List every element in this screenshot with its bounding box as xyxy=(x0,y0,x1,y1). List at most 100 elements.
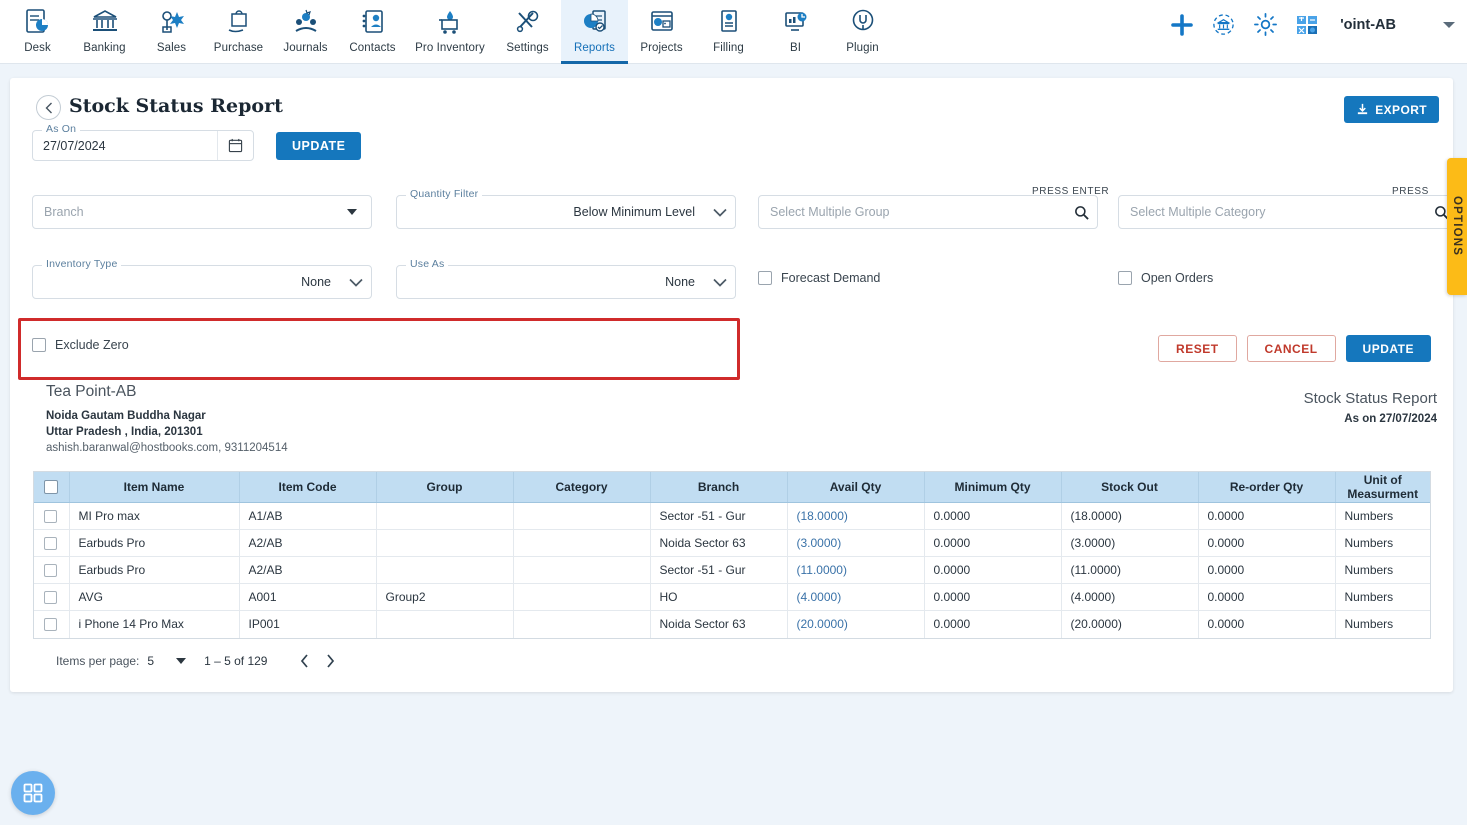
row-checkbox[interactable] xyxy=(44,591,58,605)
items-per-page-value[interactable]: 5 xyxy=(147,654,154,668)
cell-item-name: i Phone 14 Pro Max xyxy=(69,610,240,638)
search-icon[interactable] xyxy=(1065,205,1097,220)
column-minimum-qty[interactable]: Minimum Qty xyxy=(924,472,1062,503)
back-button[interactable] xyxy=(36,95,61,120)
checkbox-box[interactable] xyxy=(32,338,46,352)
group-search-field[interactable]: Select Multiple Group xyxy=(758,195,1098,229)
cell-avail-qty[interactable]: (4.0000) xyxy=(787,583,925,611)
column-group[interactable]: Group xyxy=(376,472,514,503)
cell-avail-qty[interactable]: (18.0000) xyxy=(787,502,925,530)
branch-select[interactable]: Branch xyxy=(32,195,372,229)
column-stock-out[interactable]: Stock Out xyxy=(1061,472,1199,503)
nav-item-sales[interactable]: Sales xyxy=(138,0,205,63)
nav-item-journals[interactable]: Journals xyxy=(272,0,339,63)
paginator: Items per page: 5 1 – 5 of 129 xyxy=(56,648,343,674)
nav-label-journals: Journals xyxy=(283,42,328,54)
exclude-zero-checkbox[interactable]: Exclude Zero xyxy=(32,338,129,352)
cell-group xyxy=(376,610,514,638)
next-page-button[interactable] xyxy=(317,648,343,674)
inventory-type-select[interactable]: Inventory Type None xyxy=(32,258,372,299)
inventory-icon xyxy=(433,7,467,37)
bank-refresh-icon[interactable] xyxy=(1211,12,1236,37)
row-checkbox[interactable] xyxy=(44,618,58,632)
nav-label-reports: Reports xyxy=(574,42,615,54)
column-branch[interactable]: Branch xyxy=(650,472,788,503)
cell-reorder-qty: 0.0000 xyxy=(1198,556,1336,584)
triangle-down-icon[interactable] xyxy=(347,209,357,215)
cell-stock-out: (20.0000) xyxy=(1061,610,1199,638)
row-checkbox[interactable] xyxy=(44,510,58,524)
column-item-code[interactable]: Item Code xyxy=(239,472,377,503)
chevron-down-icon[interactable] xyxy=(341,278,371,287)
cancel-button[interactable]: CANCEL xyxy=(1246,335,1336,362)
as-on-field[interactable]: As On xyxy=(32,123,254,161)
row-checkbox[interactable] xyxy=(44,564,58,578)
nav-item-pro-inventory[interactable]: Pro Inventory xyxy=(406,0,494,63)
table-row[interactable]: MI Pro max A1/AB Sector -51 - Gur (18.00… xyxy=(34,502,1430,530)
reset-button[interactable]: RESET xyxy=(1158,335,1237,362)
nav-item-purchase[interactable]: Purchase xyxy=(205,0,272,63)
row-select-cell[interactable] xyxy=(34,529,70,557)
nav-item-plugin[interactable]: Plugin xyxy=(829,0,896,63)
row-checkbox[interactable] xyxy=(44,537,58,551)
gear-icon[interactable] xyxy=(1253,12,1278,37)
column-item-name[interactable]: Item Name xyxy=(69,472,240,503)
nav-item-projects[interactable]: Projects xyxy=(628,0,695,63)
nav-item-contacts[interactable]: Contacts xyxy=(339,0,406,63)
open-orders-checkbox[interactable]: Open Orders xyxy=(1118,271,1213,285)
plus-icon[interactable] xyxy=(1170,13,1194,37)
update-top-button[interactable]: UPDATE xyxy=(276,131,362,160)
column-avail-qty[interactable]: Avail Qty xyxy=(787,472,925,503)
apps-floating-button[interactable] xyxy=(11,771,55,815)
quantity-filter-select[interactable]: Quantity Filter Below Minimum Level xyxy=(396,188,736,229)
calendar-icon[interactable] xyxy=(217,131,253,160)
table-row[interactable]: AVG A001 Group2 HO (4.0000) 0.0000 (4.00… xyxy=(34,583,1430,611)
nav-item-banking[interactable]: Banking xyxy=(71,0,138,63)
checkbox-box[interactable] xyxy=(1118,271,1132,285)
checkbox-box[interactable] xyxy=(758,271,772,285)
triangle-down-icon[interactable] xyxy=(176,658,187,664)
cell-avail-qty[interactable]: (11.0000) xyxy=(787,556,925,584)
select-all-checkbox[interactable] xyxy=(43,480,58,495)
use-as-select[interactable]: Use As None xyxy=(396,258,736,299)
previous-page-button[interactable] xyxy=(291,648,317,674)
chevron-down-icon[interactable] xyxy=(1443,21,1455,28)
page-header: Stock Status Report EXPORT xyxy=(10,78,1453,126)
chevron-down-icon[interactable] xyxy=(705,278,735,287)
row-select-cell[interactable] xyxy=(34,556,70,584)
forecast-demand-label: Forecast Demand xyxy=(781,271,881,285)
row-select-cell[interactable] xyxy=(34,583,70,611)
column-unit-of-measurement[interactable]: Unit of Measurment xyxy=(1335,472,1430,503)
nav-item-bi[interactable]: BI xyxy=(762,0,829,63)
category-search-field[interactable]: Select Multiple Category xyxy=(1118,195,1458,229)
row-select-cell[interactable] xyxy=(34,610,70,638)
as-on-input[interactable] xyxy=(33,137,217,154)
table-row[interactable]: Earbuds Pro A2/AB Sector -51 - Gur (11.0… xyxy=(34,556,1430,584)
calculator-icon[interactable] xyxy=(1295,13,1319,37)
cell-branch: Sector -51 - Gur xyxy=(650,502,788,530)
export-button[interactable]: EXPORT xyxy=(1344,96,1439,123)
cell-avail-qty[interactable]: (20.0000) xyxy=(787,610,925,638)
nav-label-purchase: Purchase xyxy=(213,42,264,54)
exclude-zero-label: Exclude Zero xyxy=(55,338,129,352)
chevron-down-icon[interactable] xyxy=(705,208,735,217)
company-address-line1: Noida Gautam Buddha Nagar xyxy=(46,410,206,422)
row-select-cell[interactable] xyxy=(34,502,70,530)
column-reorder-qty[interactable]: Re-order Qty xyxy=(1198,472,1336,503)
cell-group xyxy=(376,556,514,584)
select-all-header[interactable] xyxy=(34,472,70,503)
cell-avail-qty[interactable]: (3.0000) xyxy=(787,529,925,557)
table-row[interactable]: i Phone 14 Pro Max IP001 Noida Sector 63… xyxy=(34,610,1430,638)
update-button[interactable]: UPDATE xyxy=(1345,335,1431,362)
forecast-demand-checkbox[interactable]: Forecast Demand xyxy=(758,271,880,285)
use-as-value: None xyxy=(665,275,695,289)
nav-item-settings[interactable]: Settings xyxy=(494,0,561,63)
nav-item-filling[interactable]: Filling xyxy=(695,0,762,63)
options-side-tab[interactable]: OPTIONS xyxy=(1447,158,1467,295)
column-category[interactable]: Category xyxy=(513,472,651,503)
nav-item-desk[interactable]: Desk xyxy=(4,0,71,63)
nav-item-reports[interactable]: Reports xyxy=(561,0,628,64)
table-row[interactable]: Earbuds Pro A2/AB Noida Sector 63 (3.000… xyxy=(34,529,1430,557)
as-on-label: As On xyxy=(42,123,81,135)
company-selector-label[interactable]: 'oint-AB xyxy=(1340,17,1396,33)
